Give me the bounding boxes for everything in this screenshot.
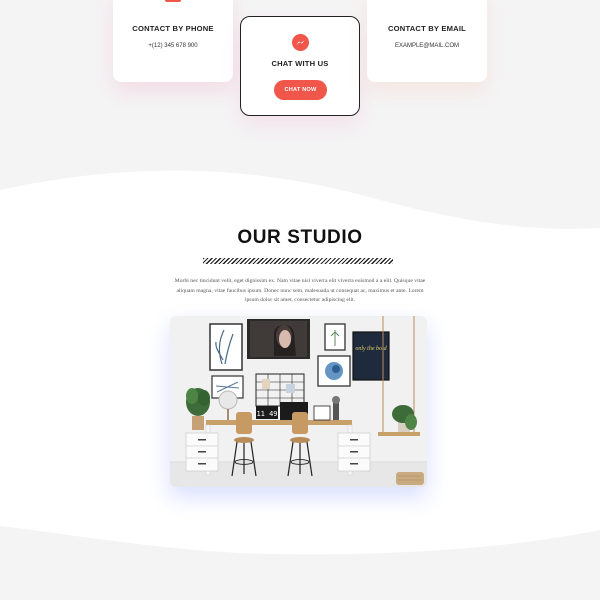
section-wave-bottom (0, 500, 600, 600)
title-underline-hatch (203, 258, 393, 264)
framed-portrait (247, 319, 310, 359)
email-address: EXAMPLE@MAIL.COM (394, 43, 460, 49)
messenger-icon (292, 34, 309, 51)
chat-now-button[interactable]: CHAT NOW (274, 80, 327, 100)
chat-card: CHAT WITH US CHAT NOW (240, 16, 360, 116)
section-intro-text: Morbi nec tincidunt velit, eget dignissi… (174, 278, 426, 304)
drawer-cabinet-left (185, 432, 219, 472)
contact-phone-card: CONTACT BY PHONE +(12) 345 678 900 (113, 0, 233, 82)
contact-email-card: CONTACT BY EMAIL EXAMPLE@MAIL.COM (367, 0, 487, 82)
framed-print-leaves (209, 323, 243, 371)
phone-icon (165, 0, 181, 2)
card-title: CHAT WITH US (271, 59, 329, 68)
drawer-cabinet-right (337, 432, 371, 472)
card-title: CONTACT BY EMAIL (387, 24, 466, 33)
desk-clock-time: 11 49 (256, 410, 277, 418)
card-title: CONTACT BY PHONE (132, 24, 214, 33)
envelope-icon (419, 0, 435, 2)
studio-photo: only the bold 11 49 (170, 316, 427, 487)
section-title: OUR STUDIO (237, 227, 363, 248)
phone-number: +(12) 345 678 900 (148, 43, 198, 49)
framed-poster-quote: only the bold (352, 331, 390, 381)
